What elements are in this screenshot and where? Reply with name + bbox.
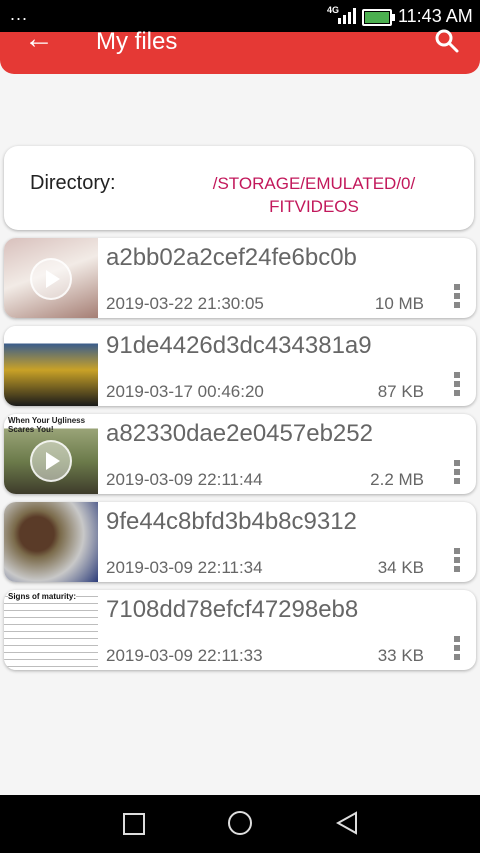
clock: 11:43 AM — [398, 6, 473, 26]
more-options-icon[interactable] — [454, 636, 462, 664]
file-size: 87 KB — [377, 382, 424, 401]
directory-path: /STORAGE/EMULATED/0/ FITVIDEOS — [212, 174, 416, 216]
thumbnail-caption: When Your Ugliness Scares You! — [8, 416, 86, 434]
app-bar: ← My files — [0, 24, 480, 74]
directory-card: Directory: /STORAGE/EMULATED/0/ FITVIDEO… — [4, 146, 474, 230]
file-date: 2019-03-17 00:46:20 — [106, 382, 264, 401]
search-icon[interactable] — [434, 28, 460, 54]
thumbnail-caption: Signs of maturity: — [8, 592, 77, 601]
file-name: 91de4426d3dc434381a9 — [106, 332, 372, 359]
file-date: 2019-03-09 22:11:33 — [106, 646, 263, 665]
file-item[interactable]: a2bb02a2cef24fe6bc0b 2019-03-22 21:30:05… — [4, 238, 476, 318]
play-icon — [30, 440, 72, 482]
file-size: 2.2 MB — [370, 470, 424, 489]
play-icon — [30, 258, 72, 300]
file-thumbnail: Signs of maturity: — [4, 590, 98, 670]
file-size: 33 KB — [377, 646, 424, 665]
more-options-icon[interactable] — [454, 284, 462, 312]
file-thumbnail — [4, 502, 98, 582]
file-list: a2bb02a2cef24fe6bc0b 2019-03-22 21:30:05… — [4, 238, 476, 678]
system-nav-bar — [0, 795, 480, 853]
file-thumbnail — [4, 238, 98, 318]
file-name: 7108dd78efcf47298eb8 — [106, 596, 359, 623]
file-item[interactable]: 9fe44c8bfd3b4b8c9312 2019-03-09 22:11:34… — [4, 502, 476, 582]
file-date: 2019-03-09 22:11:44 — [106, 470, 263, 489]
file-name: a82330dae2e0457eb252 — [106, 420, 373, 447]
square-icon[interactable] — [123, 813, 145, 835]
more-options-icon[interactable] — [454, 460, 462, 488]
file-item[interactable]: Signs of maturity: 7108dd78efcf47298eb8 … — [4, 590, 476, 670]
file-thumbnail: When Your Ugliness Scares You! — [4, 414, 98, 494]
circle-icon[interactable] — [228, 811, 252, 835]
directory-label: Directory: — [30, 172, 116, 194]
file-date: 2019-03-22 21:30:05 — [106, 294, 264, 313]
more-options-icon[interactable] — [454, 372, 462, 400]
file-name: a2bb02a2cef24fe6bc0b — [106, 244, 357, 271]
file-name: 9fe44c8bfd3b4b8c9312 — [106, 508, 357, 535]
triangle-back-icon[interactable] — [336, 811, 358, 835]
file-size: 34 KB — [377, 558, 424, 577]
arrow-left-icon[interactable]: ← — [24, 24, 54, 54]
file-size: 10 MB — [374, 294, 424, 313]
page-title: My files — [96, 28, 178, 55]
signal-icon — [338, 8, 356, 24]
battery-icon — [362, 9, 395, 26]
more-options-icon[interactable] — [454, 548, 462, 576]
file-item[interactable]: 91de4426d3dc434381a9 2019-03-17 00:46:20… — [4, 326, 476, 406]
status-bar: ... 4G 11:43 AM — [0, 0, 480, 32]
file-date: 2019-03-09 22:11:34 — [106, 558, 263, 577]
file-thumbnail — [4, 326, 98, 406]
file-item[interactable]: When Your Ugliness Scares You! a82330dae… — [4, 414, 476, 494]
